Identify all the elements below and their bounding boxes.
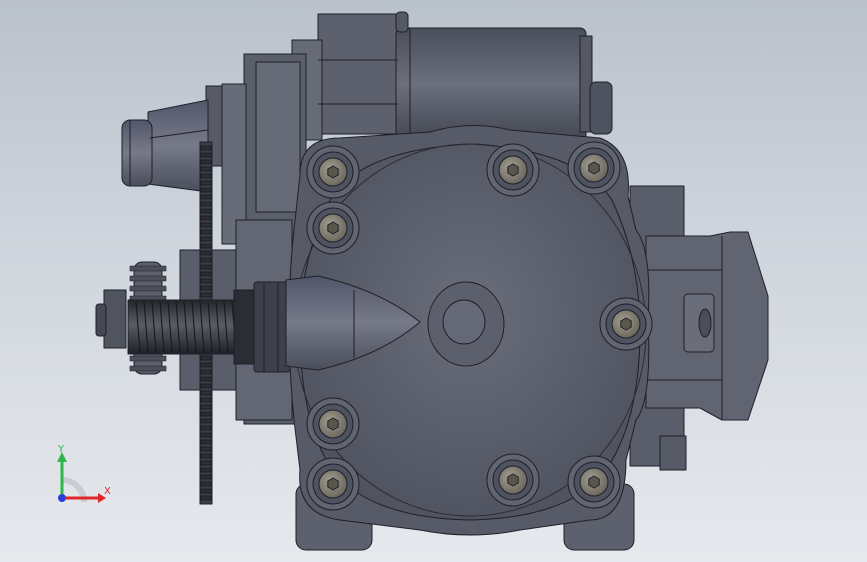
axis-triad: X Y [57, 444, 111, 503]
chain-link [200, 257, 212, 263]
chain-link [200, 250, 212, 256]
chain-link [200, 173, 212, 179]
chain-link [200, 467, 212, 473]
chain-link [200, 390, 212, 396]
sprocket-tooth [129, 285, 167, 292]
chain-link [200, 187, 212, 193]
sprocket-tooth [129, 355, 167, 362]
chain-link [200, 229, 212, 235]
chain-link [200, 271, 212, 277]
chain-link [200, 495, 212, 501]
chain-link [200, 355, 212, 361]
chain-link [200, 236, 212, 242]
chain-link [200, 439, 212, 445]
z-axis-marker [58, 494, 66, 502]
chain-link [200, 453, 212, 459]
chain-link [200, 397, 212, 403]
x-axis-label: X [104, 486, 111, 497]
chain-link [200, 369, 212, 375]
chain-link [200, 432, 212, 438]
chain-link [200, 201, 212, 207]
chain-link [200, 180, 212, 186]
sprocket-tooth [129, 365, 167, 372]
y-axis-label: Y [57, 444, 65, 455]
pump-assembly-model[interactable] [0, 0, 867, 562]
bolt [567, 455, 621, 509]
inlet-nozzle [121, 99, 209, 193]
chain-link [200, 481, 212, 487]
chain-link [200, 411, 212, 417]
chain-link [200, 222, 212, 228]
bolt [306, 457, 360, 511]
chain-link [200, 362, 212, 368]
bolt [306, 397, 360, 451]
chain-link [200, 166, 212, 172]
chain-link [200, 159, 212, 165]
bolt [567, 141, 621, 195]
chain-link [200, 460, 212, 466]
chain-link [200, 292, 212, 298]
chain-link [200, 264, 212, 270]
sprocket-tooth [129, 275, 167, 282]
chain-link [200, 278, 212, 284]
sprocket-tooth [129, 265, 167, 272]
chain-link [200, 418, 212, 424]
chain-link [200, 208, 212, 214]
bolt [486, 453, 540, 507]
chain-link [200, 376, 212, 382]
chain-link [200, 446, 212, 452]
chain-link [200, 285, 212, 291]
chain-link [200, 488, 212, 494]
chain-link [200, 243, 212, 249]
motor-housing [291, 11, 613, 141]
chain-link [200, 474, 212, 480]
chain-link [200, 383, 212, 389]
chain-link [200, 194, 212, 200]
bolt [486, 143, 540, 197]
chain-link [200, 425, 212, 431]
bolt [306, 145, 360, 199]
chain-link [200, 152, 212, 158]
bolt [306, 201, 360, 255]
cad-viewport[interactable]: X Y [0, 0, 867, 562]
chain-link [200, 145, 212, 151]
bolt [599, 297, 653, 351]
chain-link [200, 404, 212, 410]
chain-link [200, 215, 212, 221]
